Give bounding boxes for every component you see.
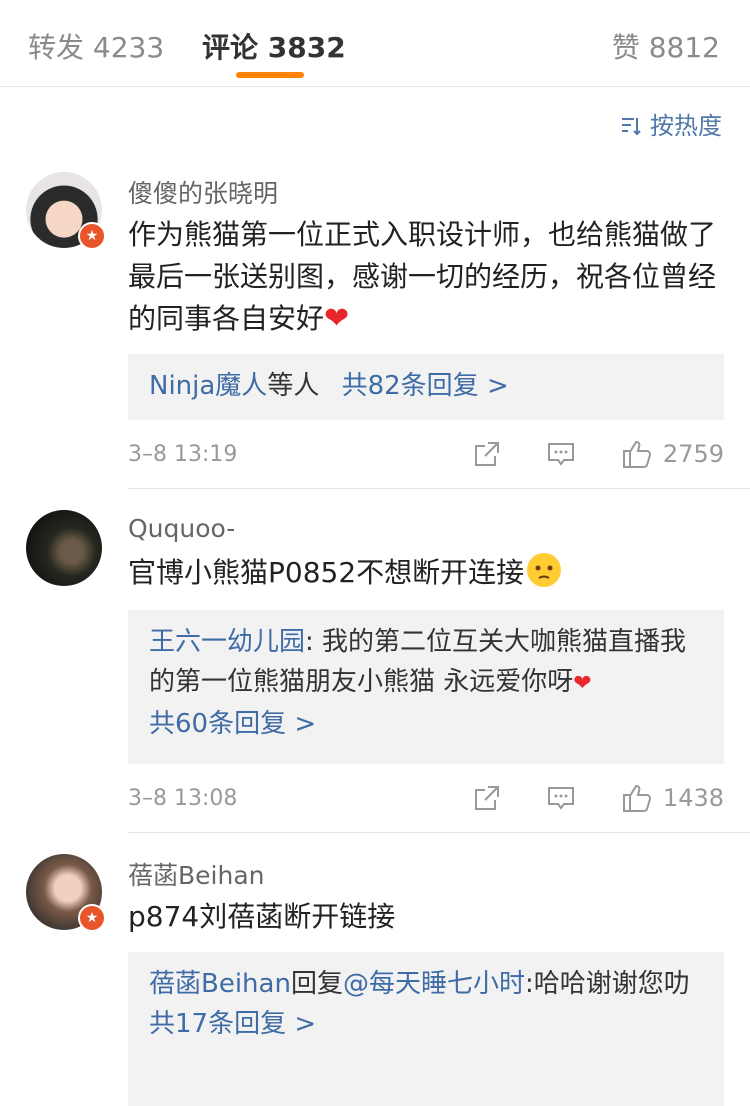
- comment-divider: [128, 488, 750, 489]
- verified-badge-icon: ★: [78, 222, 106, 250]
- sort-icon: [622, 118, 641, 136]
- comment-username[interactable]: 傻傻的张晓明: [128, 174, 278, 210]
- view-replies-link[interactable]: 共60条回复 >: [149, 709, 316, 739]
- share-icon[interactable]: [473, 440, 501, 468]
- comment-username[interactable]: 蓓菡Beihan: [128, 856, 265, 892]
- tab-comment[interactable]: 评论 3832: [202, 26, 346, 66]
- sad-face-emoji-icon: [527, 553, 562, 587]
- comment-text-content: 作为熊猫第一位正式入职设计师，也给熊猫做了最后一张送别图，感谢一切的经历，祝各位…: [128, 218, 717, 335]
- heart-icon: ❤: [324, 301, 350, 336]
- reply-comment-icon[interactable]: [547, 440, 575, 468]
- view-replies-link[interactable]: 共82条回复 >: [342, 371, 509, 401]
- reply-user-link[interactable]: 蓓菡Beihan: [149, 969, 291, 999]
- thumbs-up-icon: [622, 440, 651, 468]
- share-icon[interactable]: [473, 784, 501, 812]
- reply-user-link[interactable]: 王六一幼儿园: [149, 627, 305, 657]
- verified-badge-icon: ★: [78, 904, 106, 932]
- reply-user-link[interactable]: Ninja魔人: [149, 371, 267, 401]
- reply-verb: 回复: [290, 969, 343, 999]
- mention-link[interactable]: @每天睡七小时: [343, 969, 525, 999]
- comment-tabs: 转发 4233 评论 3832 赞 8812: [0, 0, 750, 87]
- sort-by-heat-button[interactable]: 按热度: [620, 106, 722, 141]
- tab-like[interactable]: 赞 8812: [612, 26, 720, 66]
- comment-text-content: 官博小熊猫P0852不想断开连接: [128, 556, 525, 589]
- comment-actions: 2759: [427, 438, 724, 470]
- reply-comment-icon[interactable]: [547, 784, 575, 812]
- avatar[interactable]: [26, 510, 102, 586]
- comment-actions: 1438: [427, 782, 724, 814]
- like-count: 1438: [662, 784, 724, 812]
- comment-text: p874刘蓓菡断开链接: [128, 900, 396, 933]
- like-button[interactable]: 2759: [621, 438, 724, 470]
- sort-label: 按热度: [650, 112, 722, 140]
- comment-text: 官博小熊猫P0852不想断开连接: [128, 552, 718, 594]
- heart-icon: ❤: [573, 671, 592, 696]
- reply-users-suffix: 等人: [267, 371, 320, 401]
- like-count: 2759: [662, 440, 724, 468]
- view-replies-link[interactable]: 共17条回复 >: [149, 1009, 316, 1039]
- reply-text: :哈哈谢谢您叻: [524, 969, 690, 999]
- tab-repost[interactable]: 转发 4233: [28, 26, 164, 66]
- reply-preview-box[interactable]: 王六一幼儿园: 我的第二位互关大咖熊猫直播我的第一位熊猫朋友小熊猫 永远爱你呀❤…: [128, 610, 724, 764]
- like-button[interactable]: 1438: [621, 782, 724, 814]
- comment-timestamp: 3–8 13:19: [128, 442, 238, 467]
- reply-preview-box[interactable]: 蓓菡Beihan回复@每天睡七小时:哈哈谢谢您叻 共17条回复 >: [128, 952, 724, 1106]
- comment-divider: [128, 832, 750, 833]
- thumbs-up-icon: [622, 784, 651, 812]
- reply-preview-box[interactable]: Ninja魔人等人 共82条回复 >: [128, 354, 724, 420]
- comment-username[interactable]: Ququoo-: [128, 514, 235, 543]
- comment-text: 作为熊猫第一位正式入职设计师，也给熊猫做了最后一张送别图，感谢一切的经历，祝各位…: [128, 214, 718, 340]
- active-tab-indicator: [236, 72, 304, 78]
- comment-timestamp: 3–8 13:08: [128, 786, 238, 811]
